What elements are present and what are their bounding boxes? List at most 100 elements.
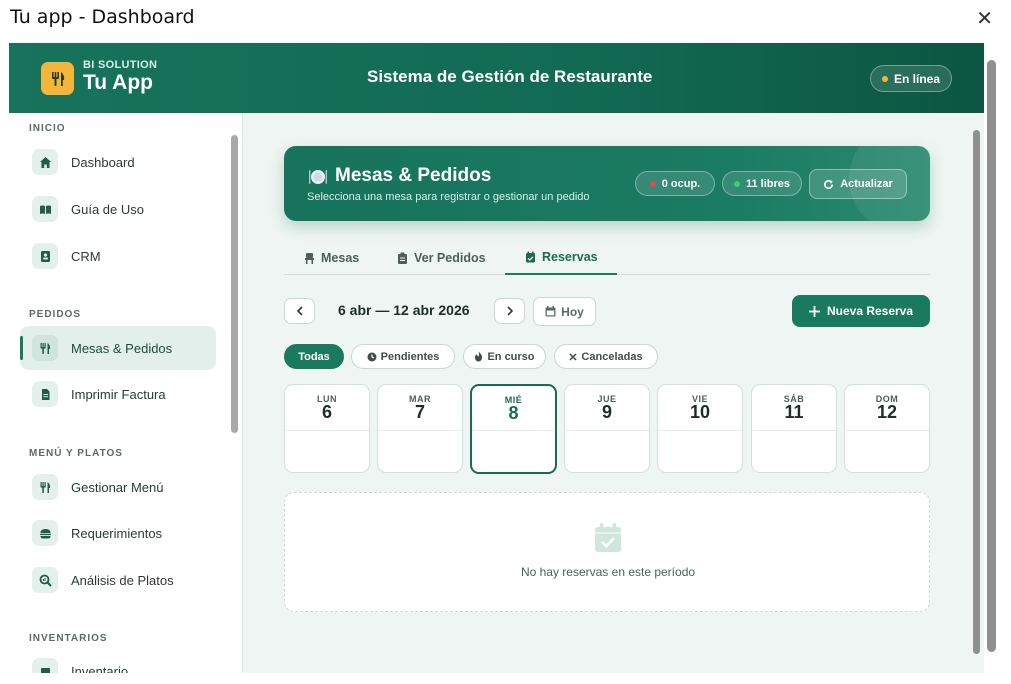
next-week-button[interactable] bbox=[494, 298, 525, 324]
today-button[interactable]: Hoy bbox=[533, 297, 596, 326]
status-label: En línea bbox=[893, 71, 940, 86]
sidebar-section-pedidos: PEDIDOS bbox=[29, 309, 82, 320]
day-card-sab[interactable]: SÁB 11 bbox=[751, 384, 837, 473]
status-dot-icon bbox=[881, 75, 888, 82]
plus-icon bbox=[808, 305, 820, 317]
calendar-check-icon bbox=[595, 523, 621, 552]
occupied-count-badge: 0 ocup. bbox=[635, 171, 715, 196]
day-number: 6 bbox=[321, 402, 332, 422]
day-number: 10 bbox=[689, 402, 711, 422]
green-dot-icon bbox=[733, 180, 740, 187]
filter-label: Todas bbox=[298, 350, 330, 363]
window-title: Tu app - Dashboard bbox=[10, 6, 195, 28]
calendar-check-icon bbox=[526, 251, 535, 263]
filter-label: En curso bbox=[487, 350, 535, 363]
search-chart-icon bbox=[32, 567, 58, 593]
date-range: 6 abr — 12 abr 2026 bbox=[338, 302, 470, 318]
sidebar-item-dashboard[interactable]: Dashboard bbox=[20, 140, 216, 184]
free-count-badge: 11 libres bbox=[722, 171, 802, 196]
day-number: 11 bbox=[784, 402, 804, 422]
sidebar-item-imprimir-factura[interactable]: Imprimir Factura bbox=[20, 372, 216, 416]
sidebar-item-guia[interactable]: Guía de Uso bbox=[20, 187, 216, 231]
refresh-label: Actualizar bbox=[840, 178, 893, 190]
window-scroll-thumb[interactable] bbox=[987, 60, 996, 652]
day-card-mie[interactable]: MIÉ 8 bbox=[470, 384, 557, 474]
sidebar-item-gestionar-menu[interactable]: Gestionar Menú bbox=[20, 465, 216, 509]
filter-en-curso[interactable]: En curso bbox=[463, 344, 546, 369]
chevron-left-icon bbox=[296, 306, 303, 316]
new-reservation-label: Nueva Reserva bbox=[826, 304, 914, 318]
utensils-icon bbox=[32, 335, 58, 361]
day-card-jue[interactable]: JUE 9 bbox=[564, 384, 650, 473]
day-number: 7 bbox=[414, 402, 425, 422]
close-icon[interactable]: ✕ bbox=[976, 6, 993, 30]
tab-ver-pedidos[interactable]: Ver Pedidos bbox=[395, 241, 488, 275]
filter-todas[interactable]: Todas bbox=[284, 344, 344, 369]
tab-mesas[interactable]: Mesas bbox=[302, 241, 361, 275]
app-title: Sistema de Gestión de Restaurante bbox=[367, 67, 653, 86]
sidebar-item-requerimientos[interactable]: Requerimientos bbox=[20, 511, 216, 555]
brand-name: Tu App bbox=[83, 71, 153, 94]
invoice-icon bbox=[32, 381, 58, 407]
day-card-dom[interactable]: DOM 12 bbox=[844, 384, 930, 473]
sidebar-item-label: Requerimientos bbox=[71, 525, 163, 541]
sidebar-item-label: Inventario bbox=[71, 663, 129, 674]
main-scrollbar[interactable] bbox=[972, 118, 981, 668]
plate-cutlery-icon bbox=[309, 170, 327, 184]
filter-label: Canceladas bbox=[581, 350, 643, 363]
sidebar-scroll-thumb[interactable] bbox=[231, 135, 238, 433]
main-scroll-thumb[interactable] bbox=[973, 130, 980, 654]
prev-week-button[interactable] bbox=[284, 298, 315, 324]
sidebar-item-mesas-pedidos[interactable]: Mesas & Pedidos bbox=[20, 326, 216, 370]
day-card-mar[interactable]: MAR 7 bbox=[377, 384, 463, 473]
sidebar-item-crm[interactable]: CRM bbox=[20, 234, 216, 278]
sidebar-section-inicio: INICIO bbox=[29, 123, 66, 134]
sidebar-item-label: Análisis de Platos bbox=[71, 572, 174, 588]
red-dot-icon bbox=[649, 180, 656, 187]
free-label: 11 libres bbox=[745, 177, 791, 190]
sidebar-item-label: Imprimir Factura bbox=[71, 386, 166, 402]
sidebar-item-inventario[interactable]: Inventario bbox=[20, 649, 216, 673]
new-reservation-button[interactable]: Nueva Reserva bbox=[792, 295, 930, 327]
section-title: Mesas & Pedidos bbox=[335, 165, 492, 186]
tab-label: Ver Pedidos bbox=[414, 251, 486, 265]
refresh-button[interactable]: Actualizar bbox=[809, 169, 907, 199]
day-number: 12 bbox=[876, 402, 898, 422]
sidebar: INICIO Dashboard Guía de Uso CRM PEDIDOS… bbox=[9, 113, 242, 673]
today-label: Hoy bbox=[561, 304, 584, 319]
day-card-lun[interactable]: LUN 6 bbox=[284, 384, 370, 473]
tab-label: Mesas bbox=[321, 251, 360, 265]
empty-state: No hay reservas en este período bbox=[284, 492, 930, 612]
calendar-icon bbox=[545, 306, 556, 317]
section-header-card: Mesas & Pedidos Selecciona una mesa para… bbox=[284, 146, 930, 221]
book-icon bbox=[32, 196, 58, 222]
window-scrollbar[interactable] bbox=[986, 45, 997, 670]
filter-pendientes[interactable]: Pendientes bbox=[351, 344, 455, 369]
sidebar-scrollbar[interactable] bbox=[230, 123, 238, 668]
sidebar-section-inventarios: INVENTARIOS bbox=[29, 633, 108, 644]
top-bar: BI SOLUTION Tu App Sistema de Gestión de… bbox=[9, 43, 984, 113]
filter-label: Pendientes bbox=[380, 350, 440, 363]
box-icon bbox=[32, 658, 58, 673]
sidebar-item-label: Mesas & Pedidos bbox=[71, 340, 173, 356]
section-subtitle: Selecciona una mesa para registrar o ges… bbox=[307, 191, 590, 203]
empty-message: No hay reservas en este período bbox=[520, 565, 696, 579]
brand-subtitle: BI SOLUTION bbox=[83, 59, 158, 71]
tab-reservas[interactable]: Reservas bbox=[505, 241, 617, 275]
main-content: Mesas & Pedidos Selecciona una mesa para… bbox=[242, 113, 984, 673]
filter-canceladas[interactable]: Canceladas bbox=[554, 344, 658, 369]
clock-icon bbox=[367, 352, 377, 361]
utensils-icon bbox=[32, 474, 58, 500]
contacts-icon bbox=[32, 243, 58, 269]
day-card-vie[interactable]: VIE 10 bbox=[657, 384, 743, 473]
sidebar-item-analisis-platos[interactable]: Análisis de Platos bbox=[20, 558, 216, 602]
window-titlebar: Tu app - Dashboard ✕ bbox=[0, 0, 1011, 38]
day-number: 8 bbox=[508, 403, 519, 423]
status-badge: En línea bbox=[870, 65, 952, 92]
day-number: 9 bbox=[601, 402, 612, 422]
home-icon bbox=[32, 149, 58, 175]
tab-label: Reservas bbox=[542, 250, 598, 264]
sidebar-section-menu-platos: MENÚ Y PLATOS bbox=[29, 448, 123, 459]
clipboard-icon bbox=[398, 252, 407, 264]
sidebar-item-label: Gestionar Menú bbox=[71, 479, 164, 495]
